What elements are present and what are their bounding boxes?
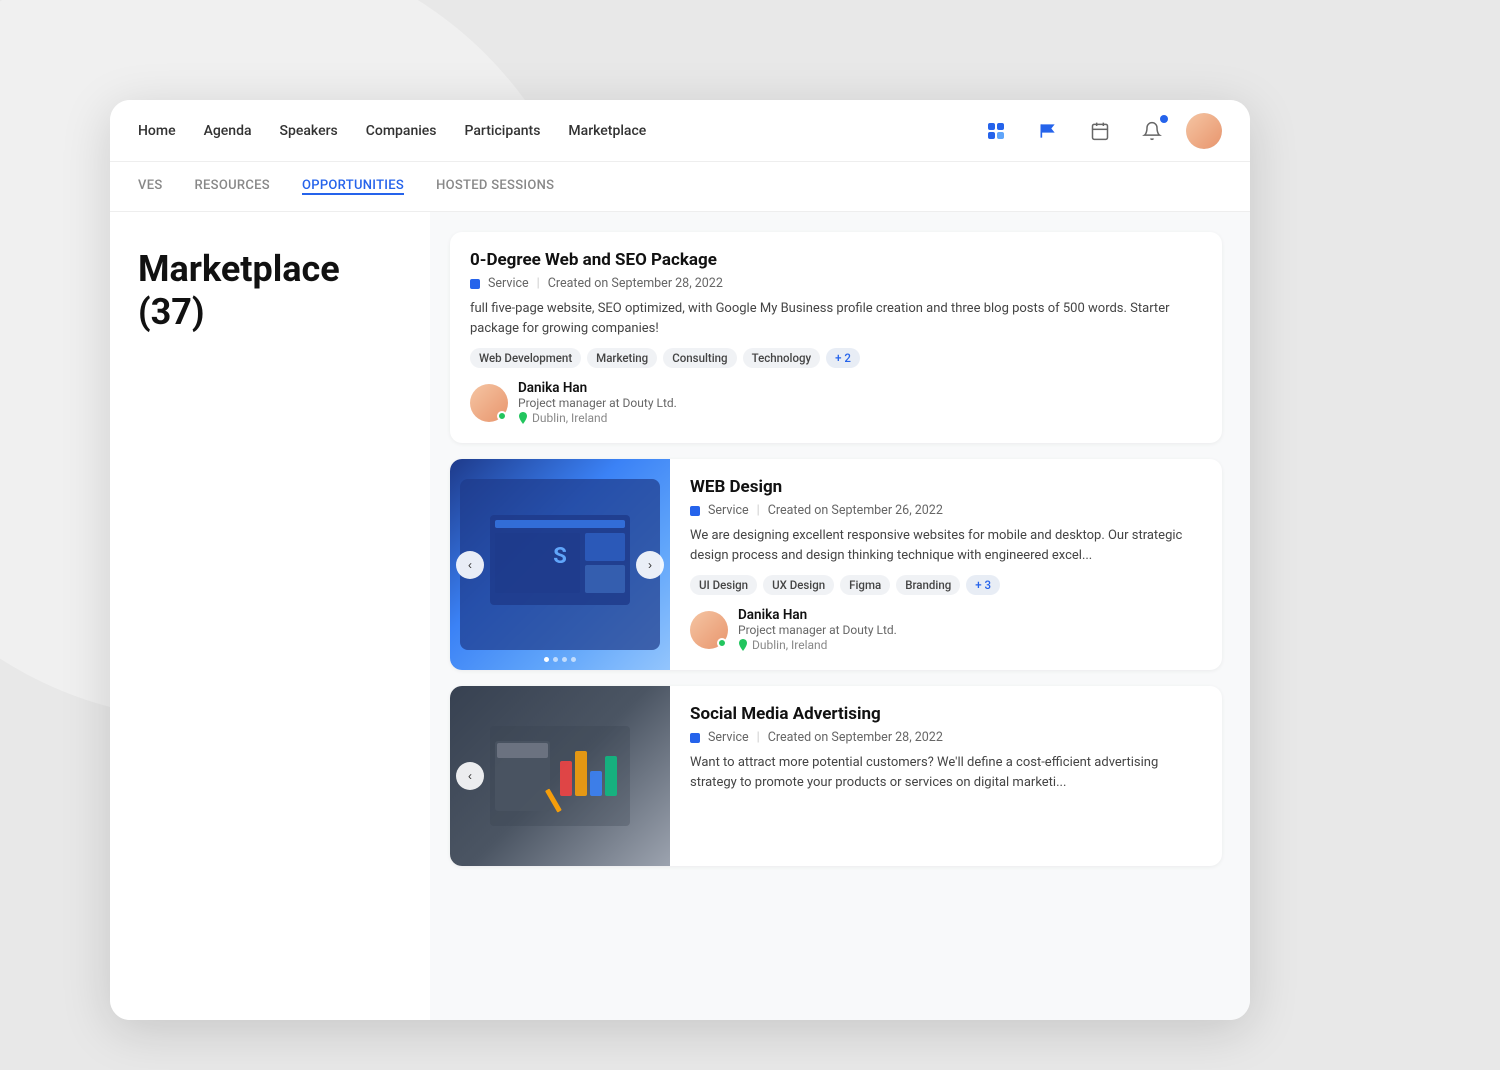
listing-3-created: Created on September 28, 2022 — [768, 730, 943, 745]
listing-1-author-name: Danika Han — [518, 380, 677, 396]
listing-card-3: ‹ Social Media Advertising Service | Cre… — [450, 686, 1222, 866]
nav-home[interactable]: Home — [138, 123, 176, 139]
sub-nav-ves[interactable]: VES — [138, 178, 163, 195]
nav-companies[interactable]: Companies — [366, 123, 437, 139]
listing-2-author-info: Danika Han Project manager at Douty Ltd.… — [738, 607, 897, 652]
grid-apps-icon — [988, 123, 1004, 139]
dot-3 — [562, 657, 567, 662]
nav-icons — [978, 113, 1222, 149]
user-avatar — [1186, 113, 1222, 149]
listings-panel[interactable]: 0-Degree Web and SEO Package Service | C… — [430, 212, 1250, 1020]
listing-1-author-location: Dublin, Ireland — [518, 411, 677, 425]
tag-consulting[interactable]: Consulting — [663, 348, 736, 368]
page-title: Marketplace (37) — [138, 248, 402, 334]
listing-2-meta: Service | Created on September 26, 2022 — [690, 503, 1202, 518]
listing-2-author: Danika Han Project manager at Douty Ltd.… — [690, 607, 1202, 652]
listing-2-desc: We are designing excellent responsive we… — [690, 526, 1202, 565]
nav-agenda[interactable]: Agenda — [204, 123, 252, 139]
listing-1-type: Service — [488, 276, 529, 291]
scene: Home Agenda Speakers Companies Participa… — [0, 0, 1500, 1070]
tag-more-2[interactable]: + 3 — [966, 575, 1000, 595]
listing-3-meta: Service | Created on September 28, 2022 — [690, 730, 1202, 745]
listing-card-2: S ‹ › WEB Design — [450, 459, 1222, 670]
tag-branding[interactable]: Branding — [896, 575, 960, 595]
listing-1-online-indicator — [497, 411, 507, 421]
tag-marketing[interactable]: Marketing — [587, 348, 657, 368]
location-icon-1 — [518, 412, 528, 424]
listing-2-author-location: Dublin, Ireland — [738, 638, 897, 652]
listing-3-type: Service — [708, 730, 749, 745]
bell-icon-button[interactable] — [1134, 113, 1170, 149]
listing-2-author-name: Danika Han — [738, 607, 897, 623]
listing-2-service-dot — [690, 506, 700, 516]
web-design-illustration: S — [480, 505, 640, 625]
calendar-icon-button[interactable] — [1082, 113, 1118, 149]
tag-technology[interactable]: Technology — [743, 348, 821, 368]
nav-marketplace[interactable]: Marketplace — [568, 123, 646, 139]
listing-1-author-avatar — [470, 384, 508, 422]
svg-text:S: S — [553, 544, 567, 569]
listing-1-title: 0-Degree Web and SEO Package — [470, 250, 1202, 270]
nav-speakers[interactable]: Speakers — [280, 123, 338, 139]
tag-ui-design[interactable]: UI Design — [690, 575, 757, 595]
left-panel: Marketplace (37) — [110, 212, 430, 1020]
flag-icon-button[interactable] — [1030, 113, 1066, 149]
listing-3-desc: Want to attract more potential customers… — [690, 753, 1202, 792]
listing-3-prev-btn[interactable]: ‹ — [456, 762, 484, 790]
calendar-icon — [1090, 121, 1110, 141]
listing-2-online-indicator — [717, 638, 727, 648]
listing-1-created: Created on September 28, 2022 — [548, 276, 723, 291]
listing-1-author-info: Danika Han Project manager at Douty Ltd.… — [518, 380, 677, 425]
dot-4 — [571, 657, 576, 662]
flag-icon — [1038, 121, 1058, 141]
tag-figma[interactable]: Figma — [840, 575, 890, 595]
listing-1-desc: full five-page website, SEO optimized, w… — [470, 299, 1202, 338]
content-area: Marketplace (37) 0-Degree Web and SEO Pa… — [110, 212, 1250, 1020]
tag-ux-design[interactable]: UX Design — [763, 575, 834, 595]
sub-nav-resources[interactable]: RESOURCES — [195, 178, 270, 195]
browser-card: Home Agenda Speakers Companies Participa… — [110, 100, 1250, 1020]
listing-3-body: Social Media Advertising Service | Creat… — [670, 686, 1222, 866]
listing-3-image: ‹ — [450, 686, 670, 866]
listing-2-image: S ‹ › — [450, 459, 670, 670]
listing-3-title: Social Media Advertising — [690, 704, 1202, 724]
listing-3-service-dot — [690, 733, 700, 743]
user-avatar-button[interactable] — [1186, 113, 1222, 149]
listing-2-tags: UI Design UX Design Figma Branding + 3 — [690, 575, 1202, 595]
listing-card-1: 0-Degree Web and SEO Package Service | C… — [450, 232, 1222, 443]
listing-1-author: Danika Han Project manager at Douty Ltd.… — [470, 380, 1202, 425]
sub-nav-opportunities[interactable]: OPPORTUNITIES — [302, 178, 404, 195]
top-nav: Home Agenda Speakers Companies Participa… — [110, 100, 1250, 162]
listing-2-next-btn[interactable]: › — [636, 551, 664, 579]
listing-2-carousel-dots — [544, 657, 576, 662]
listing-1-body: 0-Degree Web and SEO Package Service | C… — [470, 250, 1202, 425]
location-icon-2 — [738, 639, 748, 651]
dot-2 — [553, 657, 558, 662]
nav-links: Home Agenda Speakers Companies Participa… — [138, 123, 646, 139]
apps-icon-button[interactable] — [978, 113, 1014, 149]
sub-nav: VES RESOURCES OPPORTUNITIES HOSTED SESSI… — [110, 162, 1250, 212]
listing-1-author-role: Project manager at Douty Ltd. — [518, 396, 677, 410]
listing-1-meta: Service | Created on September 28, 2022 — [470, 276, 1202, 291]
sub-nav-hosted-sessions[interactable]: HOSTED SESSIONS — [436, 178, 554, 195]
listing-2-author-role: Project manager at Douty Ltd. — [738, 623, 897, 637]
listing-2-prev-btn[interactable]: ‹ — [456, 551, 484, 579]
listing-2-author-avatar — [690, 611, 728, 649]
listing-1-service-dot — [470, 279, 480, 289]
listing-2-body: WEB Design Service | Created on Septembe… — [670, 459, 1222, 670]
dot-1 — [544, 657, 549, 662]
tag-more-1[interactable]: + 2 — [826, 348, 860, 368]
social-illustration — [485, 721, 635, 831]
listing-2-title: WEB Design — [690, 477, 1202, 497]
listing-1-tags: Web Development Marketing Consulting Tec… — [470, 348, 1202, 368]
tag-web-dev[interactable]: Web Development — [470, 348, 581, 368]
listing-2-type: Service — [708, 503, 749, 518]
bell-icon — [1142, 121, 1162, 141]
nav-participants[interactable]: Participants — [465, 123, 541, 139]
listing-2-created: Created on September 26, 2022 — [768, 503, 943, 518]
